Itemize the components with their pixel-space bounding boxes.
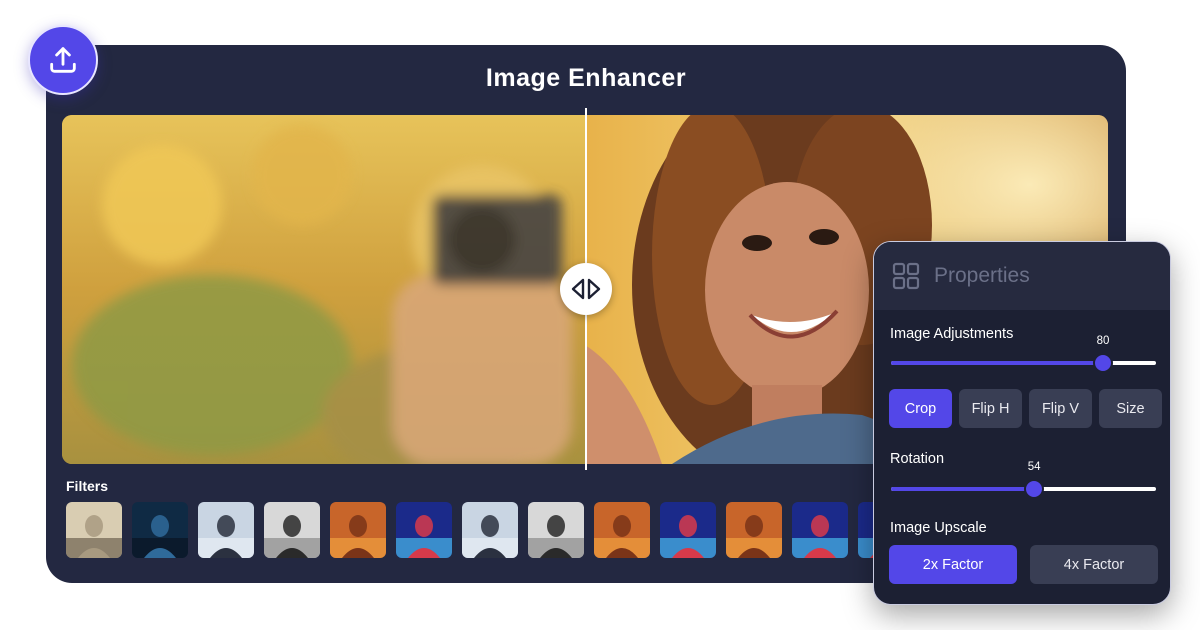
filter-thumbnail-winter-portrait[interactable] (462, 502, 518, 558)
filter-thumbnail-warm-portrait[interactable] (594, 502, 650, 558)
properties-title: Properties (934, 264, 1030, 287)
properties-panel: Properties Image Adjustments 80 Crop Flip… (873, 241, 1171, 605)
2x-factor-button[interactable]: 2x Factor (889, 545, 1017, 584)
filter-thumbnail-neon-portrait[interactable] (660, 502, 716, 558)
filter-thumbnail-warm-portrait[interactable] (330, 502, 386, 558)
compare-arrows-icon (571, 278, 601, 300)
compare-handle[interactable] (560, 263, 612, 315)
4x-factor-button[interactable]: 4x Factor (1030, 545, 1158, 584)
image-adjustments-slider[interactable]: 80 (891, 335, 1156, 373)
filter-thumbnail-neon-portrait[interactable] (396, 502, 452, 558)
slider-handle[interactable] (1093, 353, 1113, 373)
slider-handle[interactable] (1024, 479, 1045, 499)
properties-header: Properties (874, 242, 1170, 310)
grid-icon (892, 262, 920, 290)
filter-thumbnail-neon-portrait[interactable] (792, 502, 848, 558)
filter-thumbnail-bw-portrait[interactable] (528, 502, 584, 558)
filters-label: Filters (66, 478, 109, 494)
flip-h-button[interactable]: Flip H (959, 389, 1022, 428)
upload-icon (50, 47, 76, 73)
crop-button[interactable]: Crop (889, 389, 952, 428)
image-adjustments-value: 80 (1096, 335, 1110, 347)
filter-thumbnail-winter-portrait[interactable] (198, 502, 254, 558)
image-adjustments-label: Image Adjustments (890, 326, 1014, 342)
flip-v-button[interactable]: Flip V (1029, 389, 1092, 428)
rotation-slider[interactable]: 54 (891, 461, 1156, 499)
app-title: Image Enhancer (485, 64, 687, 92)
filter-thumbnail-bridge-sepia[interactable] (66, 502, 122, 558)
filter-thumbnail-bw-portrait[interactable] (264, 502, 320, 558)
upload-button[interactable] (28, 25, 98, 95)
rotation-label: Rotation (890, 451, 945, 467)
size-button[interactable]: Size (1099, 389, 1162, 428)
filters-strip (66, 502, 876, 560)
filter-thumbnail-night-sky[interactable] (132, 502, 188, 558)
rotation-value: 54 (1027, 461, 1041, 473)
filter-thumbnail-warm-portrait[interactable] (726, 502, 782, 558)
image-upscale-label: Image Upscale (890, 520, 987, 536)
